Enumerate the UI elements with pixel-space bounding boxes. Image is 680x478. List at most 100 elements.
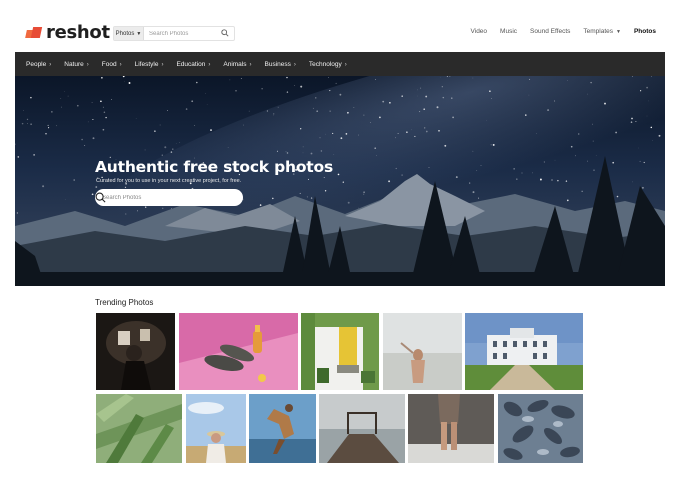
search-input[interactable] — [144, 30, 214, 37]
photo-tile[interactable] — [301, 313, 379, 390]
photo-tile[interactable] — [179, 313, 298, 390]
star — [419, 111, 421, 113]
category-food[interactable]: Food › — [102, 61, 122, 68]
star — [285, 151, 287, 153]
photo-tile[interactable] — [383, 313, 462, 390]
search-type-dropdown[interactable]: Photos ▼ — [114, 27, 144, 40]
star — [124, 80, 125, 82]
search-icon[interactable] — [221, 29, 229, 37]
star — [382, 100, 385, 103]
category-education[interactable]: Education › — [176, 61, 210, 68]
logo-text: reshot — [46, 21, 110, 43]
category-label: Lifestyle — [134, 60, 159, 68]
star — [329, 110, 331, 112]
star — [389, 102, 391, 104]
category-bar: People › Nature › Food › Lifestyle › Educati… — [15, 52, 665, 76]
photo-tile[interactable] — [408, 394, 494, 463]
star — [363, 193, 365, 195]
star — [420, 87, 422, 89]
star — [632, 181, 633, 183]
category-lifestyle[interactable]: Lifestyle › — [135, 61, 164, 68]
star — [26, 118, 29, 121]
star — [339, 93, 342, 96]
star — [436, 106, 439, 109]
star — [411, 129, 412, 131]
nav-video[interactable]: Video — [471, 28, 488, 35]
star — [273, 113, 275, 115]
star — [347, 201, 350, 204]
chevron-right-icon: › — [293, 61, 296, 68]
star — [111, 98, 112, 100]
star — [401, 174, 403, 176]
star — [299, 192, 301, 194]
category-nature[interactable]: Nature › — [64, 61, 89, 68]
search-icon[interactable] — [95, 192, 106, 203]
category-business[interactable]: Business › — [265, 61, 296, 68]
star — [442, 96, 445, 99]
star — [144, 149, 146, 151]
star — [472, 150, 474, 152]
star — [272, 197, 274, 200]
star — [162, 207, 164, 209]
photo-tile[interactable] — [465, 313, 583, 390]
caret-down-icon: ▼ — [616, 29, 621, 35]
star — [489, 90, 491, 93]
star — [45, 132, 47, 135]
hero-subtitle: Curated for you to use in your next crea… — [96, 178, 242, 184]
star — [316, 110, 319, 113]
star — [17, 156, 20, 158]
star — [333, 154, 335, 155]
category-technology[interactable]: Technology › — [309, 61, 347, 68]
nav-music[interactable]: Music — [500, 28, 517, 35]
star — [95, 186, 98, 188]
category-people[interactable]: People › — [26, 61, 51, 68]
star — [261, 88, 263, 90]
chevron-right-icon: › — [249, 61, 252, 68]
star — [302, 146, 304, 148]
star — [286, 76, 288, 79]
star — [227, 147, 229, 148]
star — [406, 131, 408, 134]
star — [179, 142, 181, 143]
star — [455, 176, 458, 179]
photo-tile[interactable] — [96, 313, 175, 390]
star — [472, 191, 475, 194]
star — [243, 124, 244, 126]
star — [101, 77, 103, 79]
star — [300, 128, 302, 130]
nav-templates[interactable]: Templates ▼ — [583, 28, 621, 35]
photo-tile[interactable] — [498, 394, 583, 463]
star — [581, 190, 583, 192]
star — [185, 108, 188, 110]
chevron-right-icon: › — [119, 61, 122, 68]
star — [294, 85, 295, 86]
star — [353, 107, 355, 108]
hero-search-input[interactable] — [102, 194, 217, 201]
nav-photos[interactable]: Photos — [634, 28, 656, 35]
star — [444, 144, 447, 147]
star — [92, 118, 94, 121]
star — [240, 78, 242, 80]
star — [64, 90, 65, 92]
star — [128, 82, 131, 84]
star — [259, 204, 262, 206]
star — [248, 110, 250, 112]
photo-tile[interactable] — [96, 394, 182, 463]
star — [651, 76, 652, 77]
star — [172, 148, 174, 150]
reshot-logo[interactable]: reshot — [25, 20, 110, 44]
category-animals[interactable]: Animals › — [223, 61, 251, 68]
photo-tile[interactable] — [319, 394, 405, 463]
photo-tile[interactable] — [186, 394, 246, 463]
star — [630, 121, 633, 123]
star — [528, 94, 530, 96]
star — [312, 107, 314, 109]
photo-tile[interactable] — [249, 394, 316, 463]
nav-sound-effects[interactable]: Sound Effects — [530, 28, 570, 35]
star — [30, 96, 32, 99]
star — [91, 102, 93, 104]
star — [210, 129, 212, 132]
star — [640, 90, 642, 92]
star — [124, 186, 127, 189]
star — [536, 133, 537, 134]
